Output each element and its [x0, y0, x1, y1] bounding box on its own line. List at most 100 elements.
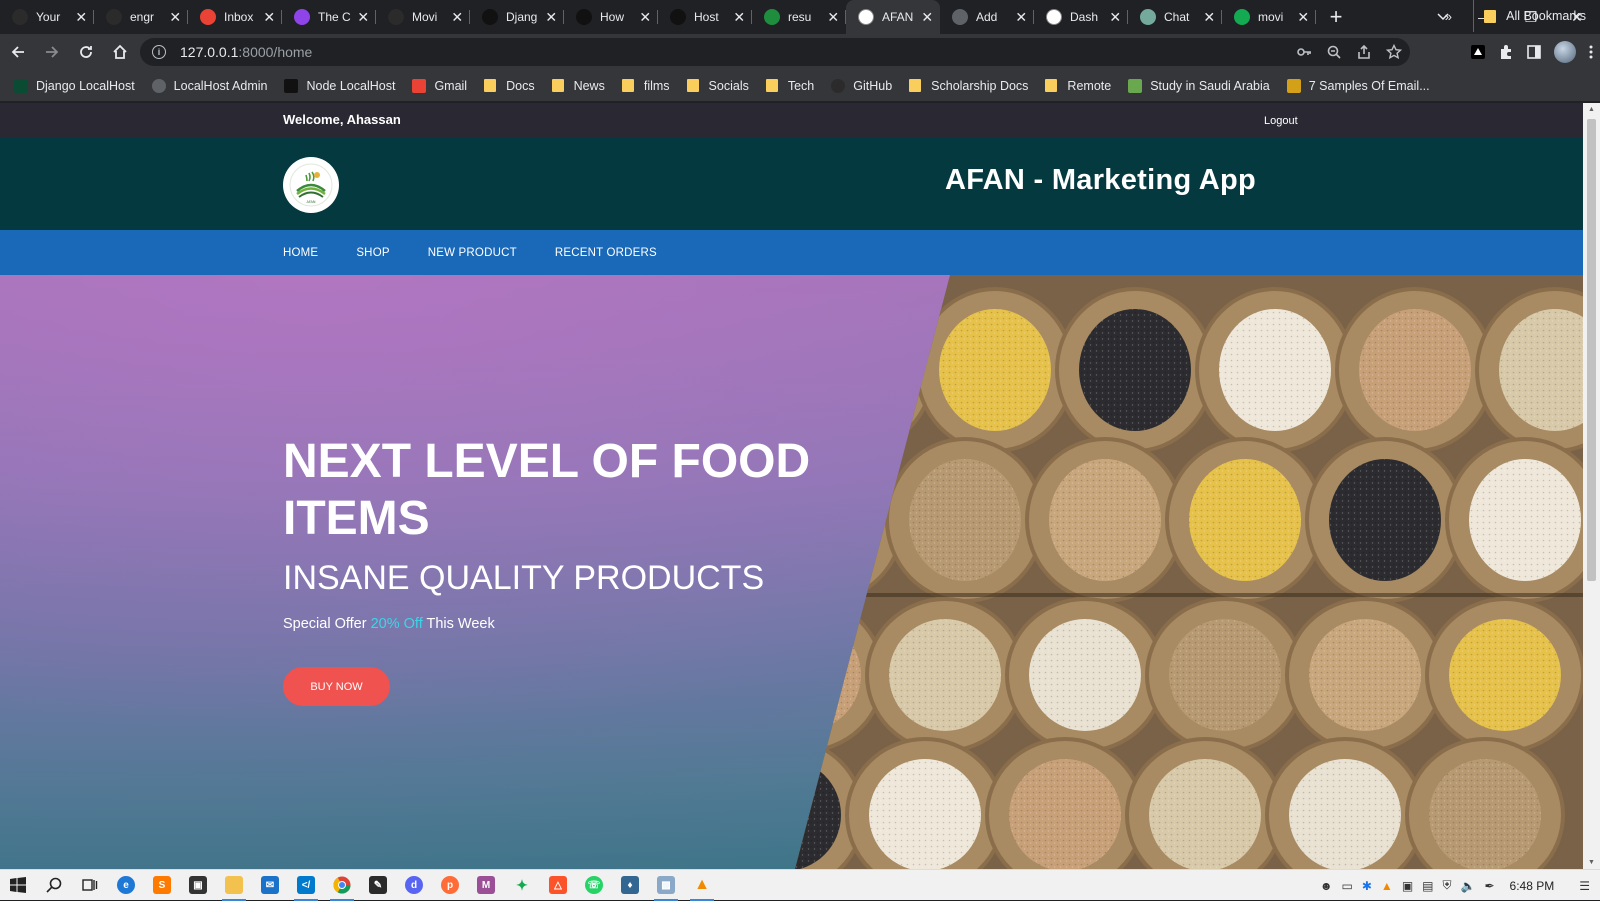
address-bar[interactable]: i 127.0.0.1:8000/home [140, 38, 1410, 66]
extensions-puzzle-icon[interactable] [1498, 44, 1514, 60]
home-button[interactable] [104, 36, 136, 68]
close-tab-icon[interactable]: ✕ [921, 9, 934, 26]
close-tab-icon[interactable]: ✕ [827, 9, 840, 26]
taskbar-discord[interactable]: d [396, 870, 432, 901]
security-shield-icon[interactable]: ⛨ [1443, 878, 1452, 893]
taskbar-vscode[interactable]: </ [288, 870, 324, 901]
browser-tab[interactable]: resu ✕ [752, 0, 846, 34]
close-tab-icon[interactable]: ✕ [1015, 9, 1028, 26]
browser-tab[interactable]: The C ✕ [282, 0, 376, 34]
taskbar-photos[interactable]: ▩ [648, 870, 684, 901]
browser-tab[interactable]: engr ✕ [94, 0, 188, 34]
site-info-icon[interactable]: i [152, 45, 166, 59]
network-icon[interactable]: ▤ [1422, 879, 1433, 893]
side-panel-icon[interactable] [1526, 44, 1542, 60]
profile-avatar[interactable] [1554, 41, 1576, 63]
taskbar-vlc[interactable]: ▲ [684, 870, 720, 901]
nav-new-product[interactable]: NEW PRODUCT [428, 247, 517, 259]
taskbar-brave[interactable]: △ [540, 870, 576, 901]
browser-tab[interactable]: Inbox ✕ [188, 0, 282, 34]
taskbar-search-button[interactable] [36, 870, 72, 901]
bookmark-item[interactable]: Docs [484, 79, 535, 93]
tray-app-icon[interactable]: ▣ [1402, 879, 1413, 893]
page-scrollbar[interactable]: ▲ ▼ [1583, 103, 1600, 869]
bookmark-item[interactable]: GitHub [831, 78, 892, 93]
bookmark-item[interactable]: Scholarship Docs [909, 79, 1028, 93]
scroll-up-arrow-icon[interactable]: ▲ [1587, 106, 1596, 113]
volume-icon[interactable]: 🔈 [1461, 879, 1476, 893]
browser-tab[interactable]: AFAN ✕ [846, 0, 940, 34]
vlc-tray-icon[interactable]: ▲ [1381, 879, 1393, 893]
bookmark-item[interactable]: News [551, 79, 605, 93]
taskbar-sticky-notes[interactable]: ✎ [360, 870, 396, 901]
nav-home[interactable]: HOME [283, 247, 318, 259]
nav-recent-orders[interactable]: RECENT ORDERS [555, 247, 657, 259]
browser-tab[interactable]: movi ✕ [1222, 0, 1316, 34]
close-tab-icon[interactable]: ✕ [733, 9, 746, 26]
taskbar-clock[interactable]: 6:48 PM [1510, 879, 1555, 893]
share-icon[interactable] [1356, 44, 1372, 60]
back-button[interactable] [2, 36, 34, 68]
browser-tab[interactable]: Add ✕ [940, 0, 1034, 34]
taskbar-mongodb[interactable]: ✦ [504, 870, 540, 901]
bookmarks-overflow-button[interactable]: » [1445, 0, 1452, 32]
key-icon[interactable] [1296, 44, 1312, 60]
bookmark-item[interactable]: 7 Samples Of Email... [1286, 78, 1430, 93]
bookmark-item[interactable]: Socials [686, 79, 749, 93]
browser-tab[interactable]: How ✕ [564, 0, 658, 34]
close-tab-icon[interactable]: ✕ [169, 9, 182, 26]
taskbar-explorer[interactable] [216, 870, 252, 901]
browser-tab[interactable]: Djang ✕ [470, 0, 564, 34]
tab-search-button[interactable] [1428, 0, 1458, 34]
bookmark-item[interactable]: Django LocalHost [14, 78, 135, 93]
close-tab-icon[interactable]: ✕ [263, 9, 276, 26]
pen-icon[interactable]: ✒ [1484, 879, 1494, 893]
taskbar-postman[interactable]: p [432, 870, 468, 901]
taskbar-chrome[interactable] [324, 870, 360, 901]
close-tab-icon[interactable]: ✕ [639, 9, 652, 26]
notifications-icon[interactable]: ☰ [1579, 879, 1590, 893]
bookmark-item[interactable]: films [621, 79, 670, 93]
logout-link[interactable]: Logout [1264, 115, 1298, 127]
close-tab-icon[interactable]: ✕ [1297, 9, 1310, 26]
browser-tab[interactable]: Chat ✕ [1128, 0, 1222, 34]
scroll-thumb[interactable] [1587, 119, 1596, 581]
close-tab-icon[interactable]: ✕ [1109, 9, 1122, 26]
browser-tab[interactable]: Movi ✕ [376, 0, 470, 34]
taskbar-edge[interactable]: e [108, 870, 144, 901]
bluetooth-icon[interactable]: ✱ [1362, 879, 1372, 893]
people-icon[interactable]: ☻ [1320, 879, 1333, 893]
nav-shop[interactable]: SHOP [356, 247, 389, 259]
bookmark-item[interactable]: Gmail [412, 78, 467, 93]
new-tab-button[interactable]: + [1320, 0, 1352, 34]
start-button[interactable] [0, 870, 36, 901]
browser-tab[interactable]: Host ✕ [658, 0, 752, 34]
taskbar-postgres[interactable]: ♦ [612, 870, 648, 901]
bookmark-item[interactable]: Tech [765, 79, 814, 93]
browser-tab[interactable]: Your ✕ [0, 0, 94, 34]
extension-vercel-icon[interactable] [1470, 44, 1486, 60]
close-tab-icon[interactable]: ✕ [357, 9, 370, 26]
close-tab-icon[interactable]: ✕ [75, 9, 88, 26]
taskbar-whatsapp[interactable]: ☏ [576, 870, 612, 901]
browser-tab[interactable]: Dash ✕ [1034, 0, 1128, 34]
usb-icon[interactable]: ▭ [1342, 879, 1353, 893]
reload-button[interactable] [70, 36, 102, 68]
close-tab-icon[interactable]: ✕ [1203, 9, 1216, 26]
taskbar-mail[interactable]: ✉ [252, 870, 288, 901]
forward-button[interactable] [36, 36, 68, 68]
afan-logo[interactable]: AFAN [283, 157, 339, 213]
buy-now-button[interactable]: BUY NOW [283, 667, 390, 706]
bookmark-item[interactable]: Node LocalHost [284, 78, 395, 93]
bookmark-item[interactable]: Remote [1045, 79, 1111, 93]
task-view-button[interactable] [72, 870, 108, 901]
bookmark-item[interactable]: LocalHost Admin [151, 78, 267, 93]
close-tab-icon[interactable]: ✕ [545, 9, 558, 26]
close-tab-icon[interactable]: ✕ [451, 9, 464, 26]
zoom-icon[interactable] [1326, 44, 1342, 60]
taskbar-store[interactable]: ▣ [180, 870, 216, 901]
star-icon[interactable] [1386, 44, 1402, 60]
all-bookmarks-button[interactable]: All Bookmarks [1473, 0, 1600, 32]
taskbar-app-m[interactable]: M [468, 870, 504, 901]
taskbar-sublime[interactable]: S [144, 870, 180, 901]
